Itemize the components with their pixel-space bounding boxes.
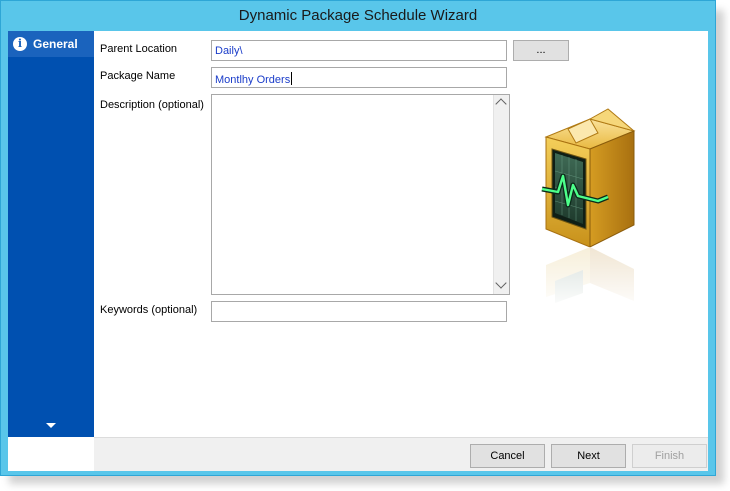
browse-button[interactable]: ...	[513, 40, 569, 61]
parent-location-value: Daily\	[215, 45, 243, 57]
keywords-label: Keywords (optional)	[100, 304, 198, 316]
sidebar-item-label: General	[33, 37, 78, 51]
description-scrollbar[interactable]	[493, 95, 509, 294]
wizard-footer: Cancel Next Finish	[94, 437, 708, 471]
chevron-down-icon[interactable]	[46, 423, 56, 428]
description-label: Description (optional)	[100, 99, 204, 111]
scroll-up-icon[interactable]	[495, 98, 507, 110]
info-icon: i	[13, 37, 27, 51]
text-caret	[291, 72, 293, 85]
parent-location-field[interactable]: Daily\	[211, 40, 507, 61]
description-textarea[interactable]	[211, 94, 510, 295]
package-name-label: Package Name	[100, 70, 176, 82]
next-button[interactable]: Next	[551, 444, 626, 468]
parent-location-label: Parent Location	[100, 43, 178, 55]
keywords-field[interactable]	[211, 301, 507, 322]
cancel-button-label: Cancel	[490, 450, 525, 462]
next-button-label: Next	[577, 450, 600, 462]
cancel-button[interactable]: Cancel	[470, 444, 545, 468]
window-title: Dynamic Package Schedule Wizard	[238, 7, 478, 24]
sidebar-item-general[interactable]: i General	[8, 31, 94, 57]
sidebar: i General	[8, 31, 94, 437]
package-name-value: Montlhy Orders	[215, 74, 291, 86]
package-name-field[interactable]: Montlhy Orders	[211, 67, 507, 88]
package-box-icon	[538, 108, 668, 311]
client-area: i General Parent Location Daily\ ... Pac…	[8, 31, 708, 471]
scroll-down-icon[interactable]	[495, 277, 507, 289]
finish-button-label: Finish	[654, 450, 685, 462]
finish-button[interactable]: Finish	[632, 444, 707, 468]
wizard-window: Dynamic Package Schedule Wizard i Genera…	[0, 0, 716, 476]
